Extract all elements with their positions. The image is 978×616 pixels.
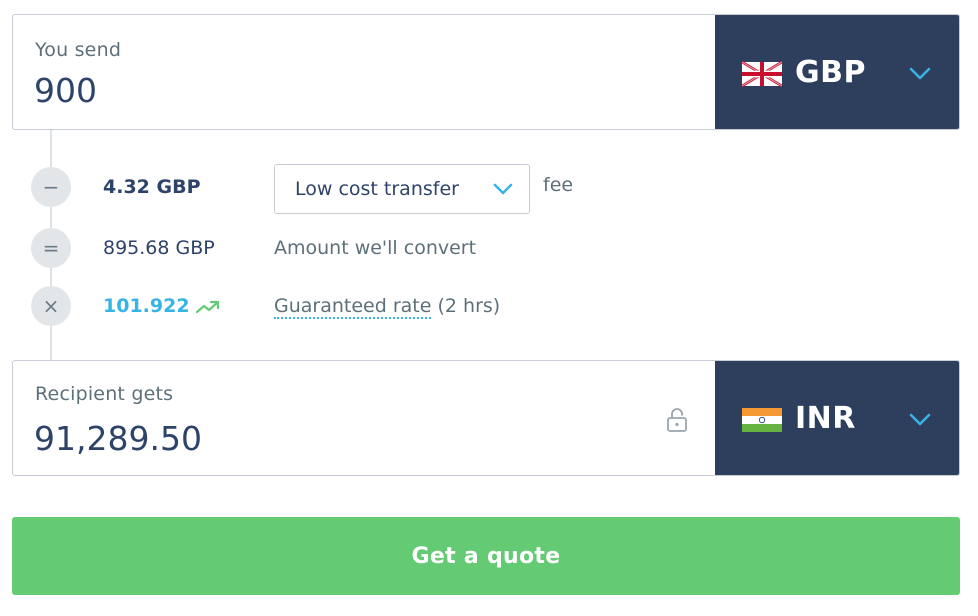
receive-label: Recipient gets (35, 383, 174, 405)
rate-row: × 101.922 Guaranteed rate (2 hrs) (0, 286, 978, 326)
chevron-down-icon (493, 183, 513, 195)
lock-open-icon[interactable] (666, 407, 688, 433)
rate-description: Guaranteed rate (2 hrs) (274, 295, 501, 319)
india-flag-icon (742, 408, 782, 432)
send-amount-field: You send GBP (12, 14, 960, 130)
transfer-type-label: Low cost transfer (295, 178, 459, 200)
send-currency-select[interactable]: GBP (715, 15, 959, 129)
exchange-rate-value: 101.922 (103, 295, 190, 317)
send-label: You send (35, 39, 122, 61)
trending-up-icon (195, 300, 219, 313)
receive-currency-code: INR (795, 401, 856, 436)
receive-amount-input[interactable] (34, 419, 634, 458)
chevron-down-icon (909, 413, 931, 426)
fee-amount: 4.32 GBP (103, 176, 201, 198)
get-quote-button[interactable]: Get a quote (12, 517, 960, 595)
fee-row: − 4.32 GBP Low cost transfer fee (0, 164, 978, 214)
uk-flag-icon (742, 61, 782, 87)
chevron-down-icon (909, 67, 931, 80)
transfer-type-select[interactable]: Low cost transfer (274, 164, 530, 214)
guaranteed-rate-link[interactable]: Guaranteed rate (274, 295, 432, 319)
send-currency-code: GBP (795, 55, 866, 90)
convert-description: Amount we'll convert (274, 237, 477, 259)
fee-suffix: fee (543, 174, 574, 196)
minus-icon: − (31, 167, 71, 207)
equals-icon: = (31, 228, 71, 268)
rate-duration: (2 hrs) (437, 295, 501, 317)
receive-currency-select[interactable]: INR (715, 361, 959, 475)
convert-row: = 895.68 GBP Amount we'll convert (0, 228, 978, 268)
rate-value-wrap: 101.922 (103, 295, 220, 317)
multiply-icon: × (31, 286, 71, 326)
convert-amount: 895.68 GBP (103, 237, 215, 259)
receive-amount-field: Recipient gets INR (12, 360, 960, 476)
send-amount-input[interactable] (34, 71, 634, 110)
